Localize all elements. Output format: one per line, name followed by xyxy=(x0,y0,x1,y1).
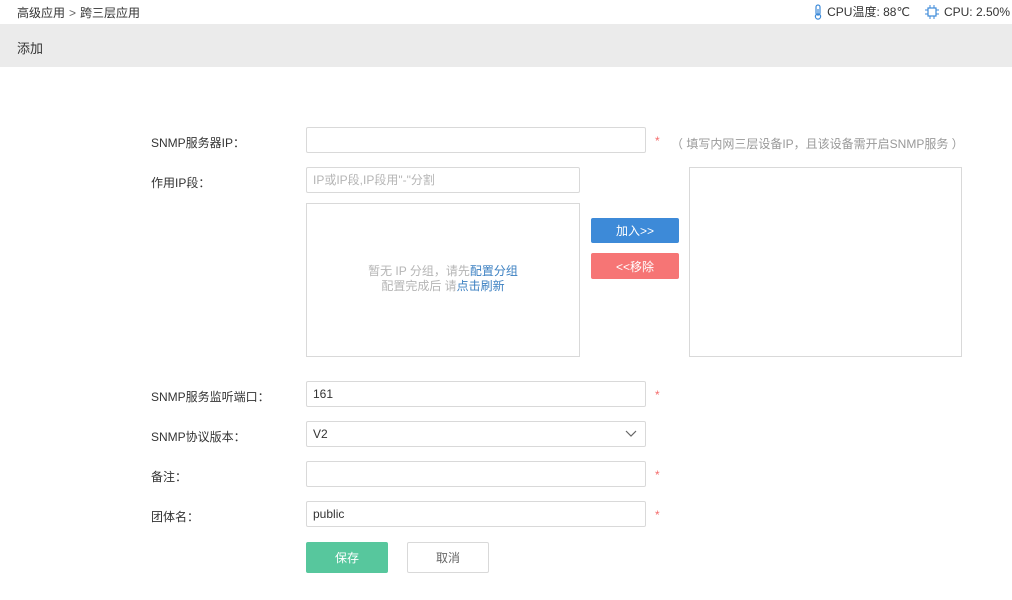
snmp-port-input[interactable] xyxy=(306,381,646,407)
config-group-link[interactable]: 配置分组 xyxy=(470,264,518,278)
empty-line1-text: 暂无 IP 分组，请先 xyxy=(368,264,470,278)
community-label: 团体名： xyxy=(151,510,200,524)
cpu-temperature-text: CPU温度: 88℃ xyxy=(827,5,910,19)
ip-range-input[interactable]: IP或IP段,IP段用"-"分割 xyxy=(306,167,580,193)
page-title-bar: 添加 xyxy=(0,24,1012,67)
top-bar: 高级应用 > 跨三层应用 CPU温度: 88℃ CPU: 2.50% xyxy=(0,0,1012,24)
cpu-temperature: CPU温度: 88℃ xyxy=(813,3,910,20)
remark-label: 备注： xyxy=(151,470,188,484)
breadcrumb-parent[interactable]: 高级应用 xyxy=(17,4,65,21)
selected-ip-list[interactable] xyxy=(689,167,962,357)
snmp-ip-label: SNMP服务器IP： xyxy=(151,136,246,150)
remark-input[interactable] xyxy=(306,461,646,487)
snmp-port-label: SNMP服务监听端口： xyxy=(151,390,270,404)
breadcrumb-current: 跨三层应用 xyxy=(80,6,141,20)
cancel-button[interactable]: 取消 xyxy=(407,542,489,573)
required-mark: * xyxy=(655,508,660,522)
snmp-version-select[interactable]: V2 xyxy=(306,421,646,447)
snmp-version-value: V2 xyxy=(313,427,328,441)
community-input[interactable] xyxy=(306,501,646,527)
breadcrumb: 高级应用 > 跨三层应用 xyxy=(17,4,140,21)
ip-range-label: 作用IP段： xyxy=(151,176,211,190)
cpu-usage: CPU: 2.50% xyxy=(924,4,1010,20)
required-mark: * xyxy=(655,468,660,482)
snmp-ip-input[interactable] xyxy=(306,127,646,153)
chevron-down-icon xyxy=(625,430,637,437)
required-mark: * xyxy=(655,134,660,148)
breadcrumb-separator: > xyxy=(69,5,77,20)
page-title: 添加 xyxy=(17,41,44,56)
cpu-chip-icon xyxy=(924,4,939,19)
empty-line2-text: 配置完成后 请 xyxy=(381,279,457,293)
snmp-ip-hint: （ 填写内网三层设备IP，且该设备需开启SNMP服务 ） xyxy=(671,137,964,151)
snmp-version-label: SNMP协议版本： xyxy=(151,430,246,444)
ip-group-list[interactable]: 暂无 IP 分组，请先配置分组 配置完成后 请点击刷新 xyxy=(306,203,580,357)
cpu-usage-text: CPU: 2.50% xyxy=(943,4,1010,19)
thermometer-icon xyxy=(814,3,822,20)
remove-button[interactable]: <<移除 xyxy=(591,253,679,279)
add-button[interactable]: 加入>> xyxy=(591,218,679,243)
refresh-link[interactable]: 点击刷新 xyxy=(457,279,505,293)
system-status: CPU温度: 88℃ CPU: 2.50% xyxy=(799,3,1010,20)
required-mark: * xyxy=(655,388,660,402)
empty-group-message: 暂无 IP 分组，请先配置分组 配置完成后 请点击刷新 xyxy=(307,264,579,294)
save-button[interactable]: 保存 xyxy=(306,542,388,573)
